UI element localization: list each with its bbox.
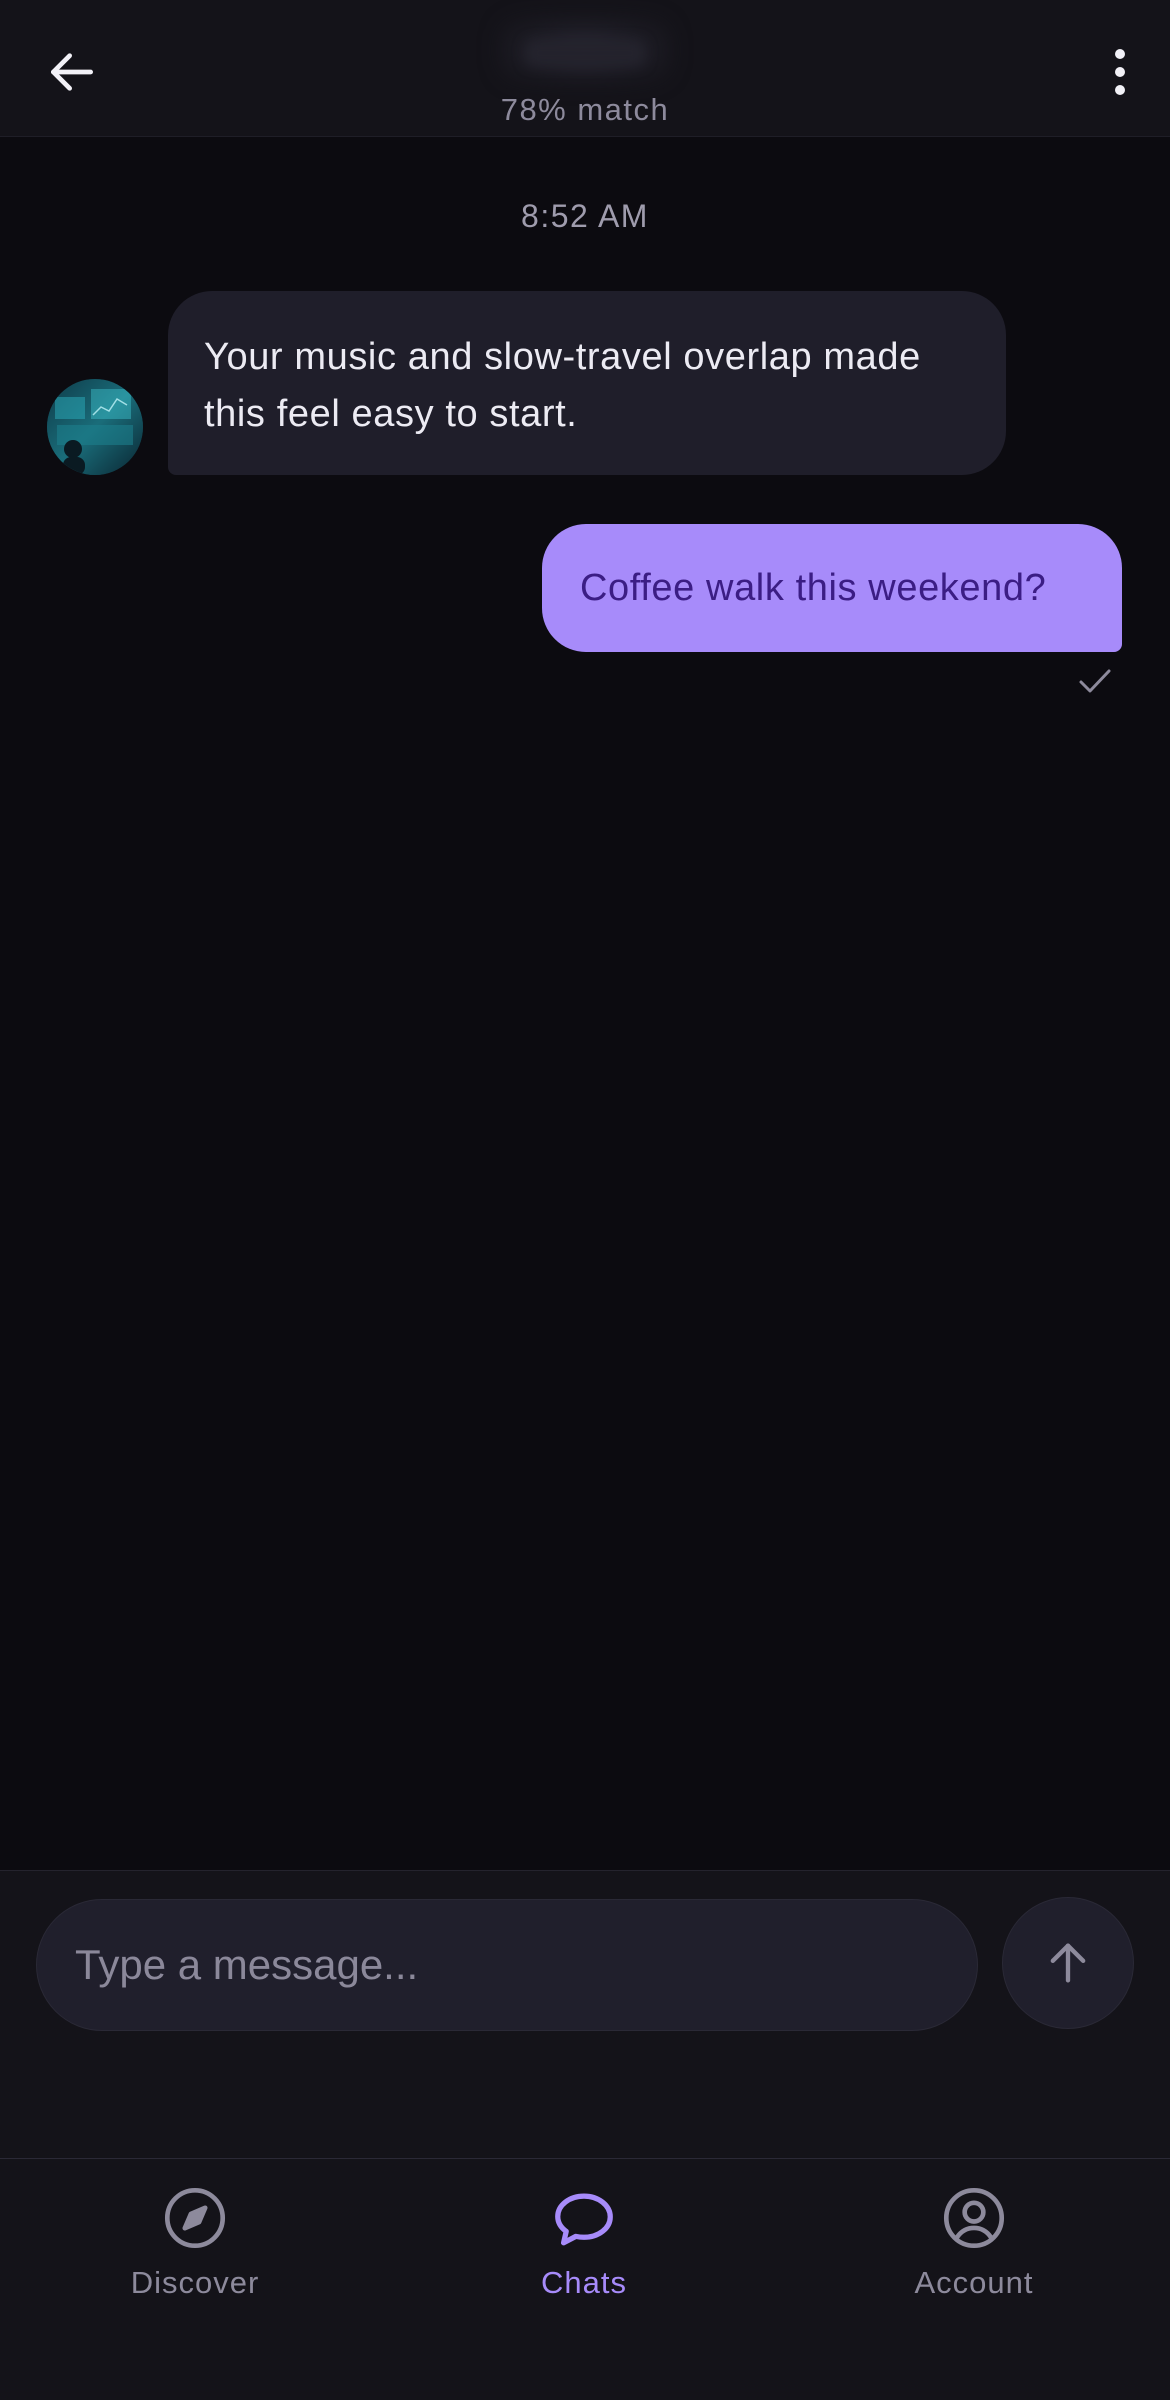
more-options-button[interactable] [1088,30,1152,114]
blurred-name-inner [525,40,645,66]
nav-label-account: Account [914,2265,1034,2300]
nav-item-discover[interactable]: Discover [65,2183,325,2333]
more-vertical-icon [1115,49,1125,95]
chat-title: 78% match [385,0,785,136]
match-percentage: 78% match [500,92,670,127]
message-timestamp: 8:52 AM [521,198,649,234]
send-button[interactable] [1002,1897,1134,2029]
message-input[interactable] [36,1899,978,2031]
compass-icon [164,2187,226,2249]
arrow-up-icon [1050,1943,1086,1983]
nav-label-discover: Discover [130,2265,260,2300]
nav-item-chats[interactable]: Chats [454,2183,714,2333]
chat-header: 78% match [0,0,1170,137]
back-button[interactable] [30,30,114,114]
nav-label-chats: Chats [541,2265,627,2300]
incoming-message-bubble[interactable]: Your music and slow-travel overlap made … [168,291,1006,475]
chat-screen: 78% match 8:52 AM Your music and slow-tr… [0,0,1170,2400]
message-composer [0,1870,1170,2159]
avatar[interactable] [47,379,143,475]
check-icon [1079,669,1111,693]
avatar-image [47,379,143,475]
bottom-navigation: Discover Chats Account [0,2158,1170,2400]
chat-bubble-icon [555,2193,613,2246]
arrow-left-icon [51,53,93,91]
nav-item-account[interactable]: Account [844,2183,1104,2333]
user-circle-icon [943,2187,1005,2249]
outgoing-message-bubble[interactable]: Coffee walk this weekend? [542,524,1122,652]
